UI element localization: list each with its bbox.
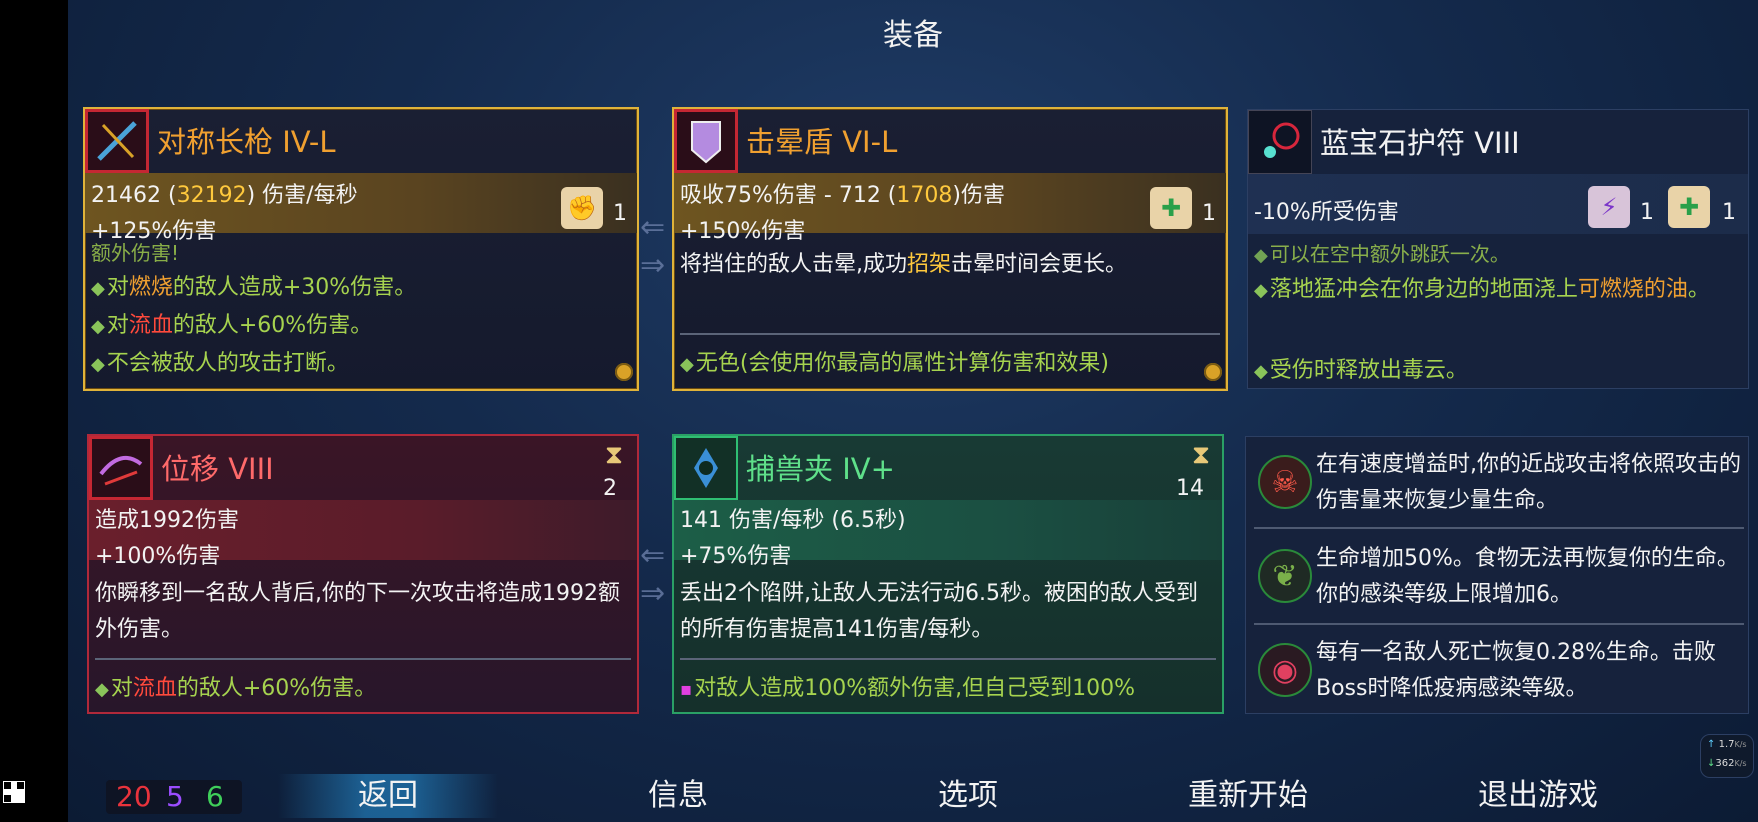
tactics-scroll-icon: ⚡: [1588, 186, 1630, 228]
amulet-card[interactable]: 蓝宝石护符 VIII -10%所受伤害 ⚡ 1 ✚ 1 ◆ 可以在空中额外跳跃一次…: [1247, 109, 1749, 389]
page-title: 装备: [883, 18, 943, 53]
damage-reduction: -10%所受伤害: [1254, 200, 1399, 225]
dps-stat: 141 伤害/每秒 (6.5秒): [680, 508, 906, 533]
mutation-item[interactable]: ☠ 在有速度增益时,你的近战攻击将依照攻击的伤害量来恢复少量生命。: [1252, 439, 1742, 519]
bottom-menu-bar: 20 5 6 返回 信息 选项 重新开始 退出游戏: [68, 768, 1758, 822]
cooldown-hourglass-icon: ⧗: [604, 440, 624, 470]
scroll-count: 1: [613, 201, 627, 226]
survival-scroll-icon: ✚: [1150, 187, 1192, 229]
bullet-curse: ▪对敌人造成100%额外伤害,但自己受到100%: [680, 676, 1135, 701]
bullet-poison-cloud: ◆受伤时释放出毒云。: [1254, 358, 1468, 383]
beartrap-icon: [674, 436, 738, 500]
item-name: 击晕盾 VI-L: [746, 125, 898, 159]
shield-icon: [674, 109, 738, 173]
tactics-count: 5: [166, 780, 184, 813]
bullet-uninterruptible: ◆不会被敌人的攻击打断。: [91, 351, 349, 376]
cooldown-value: 2: [603, 476, 617, 501]
left-black-edge: [0, 0, 68, 822]
skill-card-beartrap[interactable]: 捕兽夹 IV+ ⧗ 14 141 伤害/每秒 (6.5秒) +75%伤害 丢出2…: [672, 434, 1224, 714]
scroll-count: 1: [1722, 200, 1736, 225]
qr-code: [2, 780, 26, 814]
bullet-bleed: ◆对流血的敌人+60%伤害。: [91, 313, 373, 338]
block-stat: 吸收75%伤害 - 712 (1708)伤害: [680, 183, 1005, 208]
restart-button[interactable]: 重新开始: [1148, 774, 1348, 818]
bullet-colorless: ◆无色(会使用你最高的属性计算伤害和效果): [680, 351, 1110, 376]
cooldown-hourglass-icon: ⧗: [1191, 440, 1211, 470]
mutation-item[interactable]: ❦ 生命增加50%。食物无法再恢复你的生命。你的感染等级上限增加6。: [1252, 533, 1742, 613]
bullet-oil: ◆落地猛冲会在你身边的地面浇上可燃烧的油。: [1254, 277, 1710, 302]
scroll-count: 1: [1640, 200, 1654, 225]
damage-bonus: +150%伤害: [680, 219, 806, 244]
weapon-card-spear[interactable]: 对称长枪 IV-L 21462 (32192) 伤害/每秒 +125%伤害 ✊ …: [83, 107, 639, 391]
dps-stat: 21462 (32192) 伤害/每秒: [91, 183, 358, 208]
divider: [1254, 527, 1744, 529]
damage-bonus: +100%伤害: [95, 544, 221, 569]
divider: [1254, 623, 1744, 625]
cooldown-value: 14: [1176, 476, 1204, 501]
swap-left-arrow-icon[interactable]: ⇐: [640, 210, 665, 245]
divider: [95, 658, 631, 660]
amulet-icon: [1248, 110, 1312, 174]
divider: [680, 333, 1220, 335]
swap-right-arrow-icon[interactable]: ⇒: [640, 576, 665, 611]
swap-right-arrow-icon[interactable]: ⇒: [640, 248, 665, 283]
swap-left-arrow-icon[interactable]: ⇐: [640, 538, 665, 573]
shield-description: 将挡住的敌人击晕,成功招架击晕时间会更长。: [680, 252, 1128, 277]
survival-count: 6: [206, 780, 224, 813]
options-button[interactable]: 选项: [888, 774, 1048, 818]
damage-bonus: +75%伤害: [680, 544, 792, 569]
divider: [680, 658, 1216, 660]
info-button[interactable]: 信息: [598, 774, 758, 818]
cut-text: ◆ 可以在空中额外跳跃一次。: [1254, 242, 1510, 266]
skill-card-teleport[interactable]: 位移 VIII ⧗ 2 造成1992伤害 +100%伤害 你瞬移到一名敌人背后,…: [87, 434, 639, 714]
legendary-gem-icon: [615, 363, 633, 381]
brutality-count: 20: [116, 780, 152, 813]
item-name: 蓝宝石护符 VIII: [1320, 126, 1520, 160]
skull-mutation-icon: ☠: [1258, 455, 1312, 509]
bullet-bleed: ◆对流血的敌人+60%伤害。: [95, 676, 377, 701]
fangs-mutation-icon: ◉: [1258, 643, 1312, 697]
survival-scroll-icon: ✚: [1668, 186, 1710, 228]
spear-icon: [85, 109, 149, 173]
item-name: 位移 VIII: [161, 452, 274, 486]
item-name: 对称长枪 IV-L: [157, 125, 336, 159]
scroll-stats: 20 5 6: [106, 780, 242, 814]
back-button[interactable]: 返回: [278, 774, 498, 818]
skill-description: 丢出2个陷阱,让敌人无法行动6.5秒。被困的敌人受到的所有伤害提高141伤害/每…: [680, 581, 1198, 642]
damage-stat: 造成1992伤害: [95, 508, 239, 533]
brutality-scroll-icon: ✊: [561, 187, 603, 229]
mutation-item[interactable]: ◉ 每有一名敌人死亡恢复0.28%生命。击败Boss时降低疫病感染等级。: [1252, 627, 1742, 707]
teleport-icon: [89, 436, 153, 500]
cut-text: 额外伤害!: [91, 241, 180, 265]
leaf-mutation-icon: ❦: [1258, 549, 1312, 603]
mutations-panel: ☠ 在有速度增益时,你的近战攻击将依照攻击的伤害量来恢复少量生命。 ❦ 生命增加…: [1245, 436, 1749, 714]
legendary-gem-icon: [1204, 363, 1222, 381]
shield-card[interactable]: 击晕盾 VI-L 吸收75%伤害 - 712 (1708)伤害 +150%伤害 …: [672, 107, 1228, 391]
item-name: 捕兽夹 IV+: [746, 452, 895, 486]
game-screen: 装备 对称长枪 IV-L 21462 (32192) 伤害/每秒 +125%伤害…: [68, 0, 1758, 822]
bullet-burn: ◆对燃烧的敌人造成+30%伤害。: [91, 275, 417, 300]
scroll-count: 1: [1202, 201, 1216, 226]
quit-button[interactable]: 退出游戏: [1438, 774, 1638, 818]
skill-description: 你瞬移到一名敌人背后,你的下一次攻击将造成1992额外伤害。: [95, 581, 620, 642]
